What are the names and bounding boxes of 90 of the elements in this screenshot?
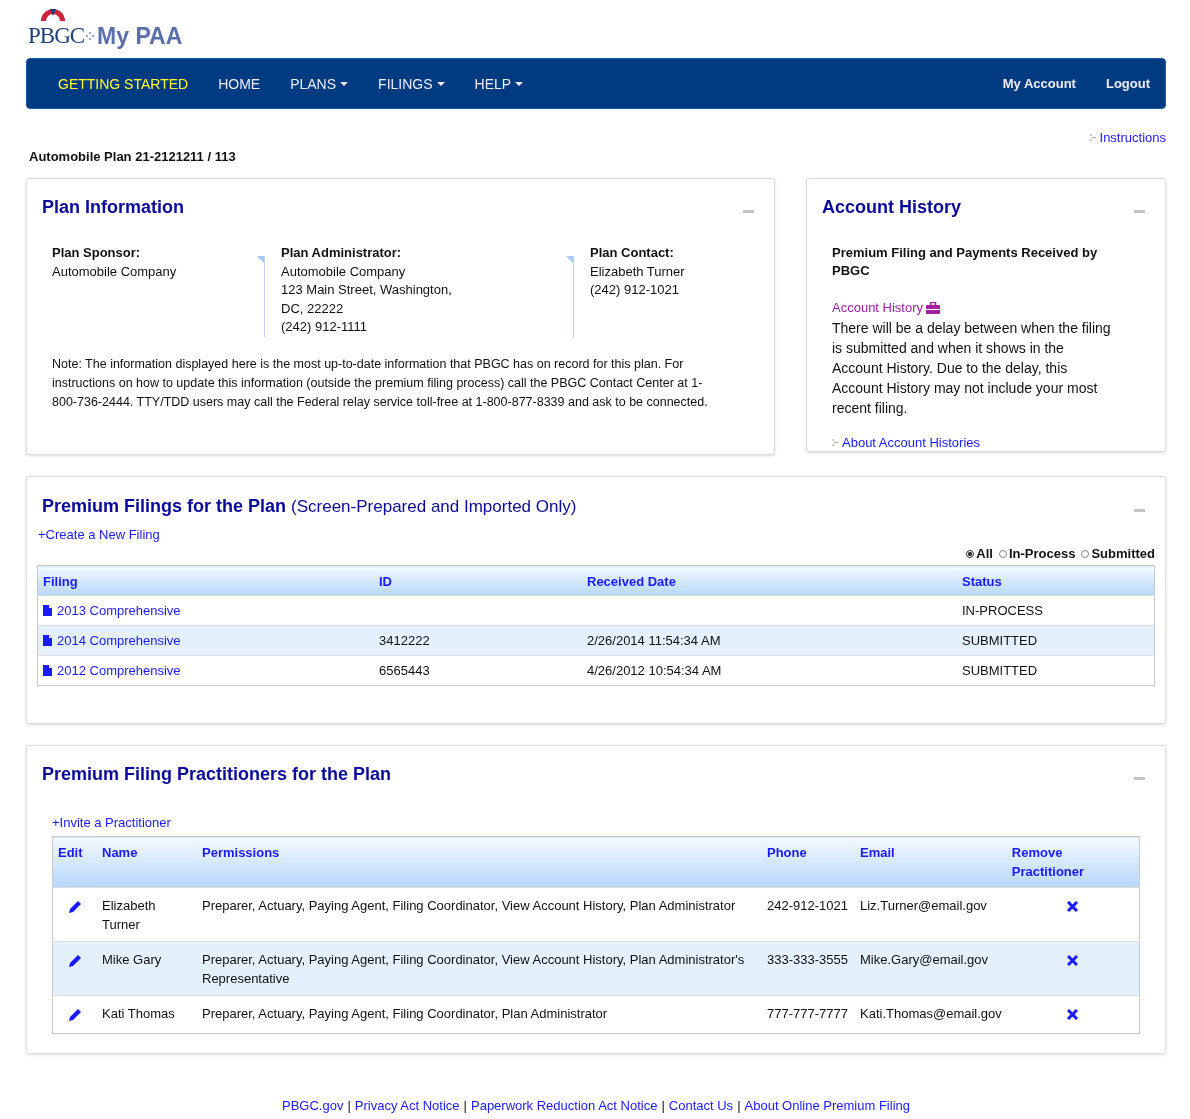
field-value: (242) 912-1111 bbox=[281, 318, 367, 336]
plan-title: Automobile Plan 21-2121211 / 113 bbox=[29, 149, 237, 164]
table-cell: 2/26/2014 11:54:34 AM bbox=[587, 633, 721, 648]
column-header: Email bbox=[855, 836, 1007, 888]
field-label: Plan Sponsor: bbox=[52, 244, 141, 262]
divider-corner-icon bbox=[566, 256, 573, 263]
panel-title: Premium Filing Practitioners for the Plan bbox=[42, 764, 392, 785]
column-header: ID bbox=[374, 565, 582, 596]
column-header: Permissions bbox=[197, 836, 762, 888]
table-cell: Mike Gary bbox=[102, 952, 162, 967]
file-icon bbox=[43, 665, 52, 676]
divider-corner-icon bbox=[257, 256, 264, 263]
table-cell: SUBMITTED bbox=[962, 633, 1038, 648]
table-cell: IN-PROCESS bbox=[962, 603, 1043, 618]
nav-link[interactable]: My Account bbox=[987, 70, 1091, 97]
filter-radio[interactable]: In-Process bbox=[998, 546, 1076, 561]
separator: | bbox=[737, 1098, 741, 1113]
create-filing-link[interactable]: +Create a New Filing bbox=[38, 527, 160, 542]
account-history-link[interactable]: Account History bbox=[832, 300, 924, 315]
nav-link[interactable]: HOME bbox=[203, 69, 276, 98]
field-label: Plan Contact: bbox=[590, 244, 674, 262]
file-icon bbox=[43, 635, 52, 646]
table-cell: 4/26/2012 10:54:34 AM bbox=[587, 663, 722, 678]
app-name: My PAA bbox=[97, 24, 183, 48]
table-cell: 6565443 bbox=[379, 663, 430, 678]
panel-title: Plan Information bbox=[42, 197, 184, 218]
separator: | bbox=[463, 1098, 467, 1113]
table-cell: Kati Thomas bbox=[102, 1006, 175, 1021]
pencil-icon bbox=[68, 1008, 82, 1021]
table-cell: Preparer, Actuary, Paying Agent, Filing Coordinator, View Account History, Plan Administrator bbox=[202, 898, 736, 913]
filter-radio[interactable]: Submitted bbox=[1081, 546, 1155, 561]
nav-link[interactable]: HELP bbox=[459, 69, 539, 98]
nav-link[interactable]: GETTING STARTED bbox=[43, 69, 204, 98]
column-header: Remove Practitioner bbox=[1006, 836, 1140, 888]
nav-link[interactable]: PLANS bbox=[275, 69, 364, 98]
close-icon bbox=[1067, 955, 1079, 966]
table-cell: 3412222 bbox=[379, 633, 430, 648]
briefcase-icon bbox=[926, 301, 941, 314]
footer-link[interactable]: Privacy Act Notice bbox=[354, 1098, 460, 1113]
filing-link[interactable]: 2013 Comprehensive bbox=[43, 601, 181, 620]
separator: | bbox=[347, 1098, 351, 1113]
table-cell: Preparer, Actuary, Paying Agent, Filing Coordinator, View Account History, Plan Administrator's Representative bbox=[202, 952, 745, 986]
file-icon bbox=[43, 605, 52, 616]
field-value: Automobile Company bbox=[52, 262, 177, 281]
column-header: Received Date bbox=[582, 565, 957, 596]
panel-title: Account History bbox=[822, 197, 962, 218]
table-cell: 777-777-7777 bbox=[767, 1006, 848, 1021]
nav-link[interactable]: FILINGS bbox=[363, 69, 460, 98]
instructions-link[interactable]: Instructions bbox=[1099, 130, 1166, 145]
column-header: Name bbox=[97, 836, 197, 888]
table-cell: Liz.Turner@email.gov bbox=[860, 898, 987, 913]
table-cell: Preparer, Actuary, Paying Agent, Filing Coordinator, Plan Administrator bbox=[202, 1006, 608, 1021]
panel-subtitle: (Screen-Prepared and Imported Only) bbox=[291, 497, 577, 517]
invite-practitioner-link[interactable]: +Invite a Practitioner bbox=[52, 815, 171, 830]
panel-title: Premium Filings for the Plan bbox=[42, 496, 287, 517]
column-header: Filing bbox=[37, 565, 374, 596]
pencil-icon bbox=[68, 954, 82, 967]
pencil-icon bbox=[68, 900, 82, 913]
table-cell: 333-333-3555 bbox=[767, 952, 848, 967]
note-text: Note: The information displayed here is the most up-to-date information that PBGC has on record for this plan. For instructions on how to update this information (outside the premium filing process) call the PBGC Contact Center at 1-800-736-2444. TTY/TDD users may call the Federal relay service toll-free at 1-800-877-8339 and ask to be connected. bbox=[52, 355, 709, 411]
logo: PBGC bbox=[28, 10, 85, 48]
filing-link[interactable]: 2012 Comprehensive bbox=[43, 661, 181, 680]
separator: | bbox=[661, 1098, 665, 1113]
footer-link[interactable]: Paperwork Reduction Act Notice bbox=[471, 1098, 658, 1113]
footer-link[interactable]: PBGC.gov bbox=[282, 1098, 344, 1113]
description-text: There will be a delay between when the filing is submitted and when it shows in the Account History. Due to the delay, this Account History may not include your most recent filing. bbox=[832, 319, 1112, 418]
nav-link[interactable]: Logout bbox=[1090, 70, 1165, 97]
table-cell: Mike.Gary@email.gov bbox=[860, 952, 989, 967]
table-cell: Kati.Thomas@email.gov bbox=[860, 1006, 1002, 1021]
field-value: DC, 22222 bbox=[281, 299, 344, 318]
close-icon bbox=[1067, 1009, 1079, 1020]
table-cell: SUBMITTED bbox=[962, 663, 1038, 678]
field-value: (242) 912-1021 bbox=[590, 281, 679, 299]
table-cell: 242-912-1021 bbox=[767, 898, 848, 913]
field-value: 123 Main Street, Washington, bbox=[281, 281, 452, 299]
column-header: Phone bbox=[762, 836, 855, 888]
table-cell: Elizabeth Turner bbox=[102, 898, 156, 932]
close-icon bbox=[1067, 901, 1079, 912]
subtitle: Premium Filing and Payments Received by PBGC bbox=[832, 244, 1099, 280]
column-header: Status bbox=[957, 565, 1155, 596]
field-value: Automobile Company bbox=[281, 262, 406, 281]
about-link[interactable]: About Account Histories bbox=[842, 435, 981, 450]
footer-link[interactable]: About Online Premium Filing bbox=[744, 1098, 910, 1113]
field-value: Elizabeth Turner bbox=[590, 262, 685, 281]
footer-link[interactable]: Contact Us bbox=[668, 1098, 734, 1113]
field-label: Plan Administrator: bbox=[281, 244, 402, 262]
arch-icon bbox=[40, 7, 66, 21]
sparkle-icon bbox=[86, 32, 95, 40]
filter-radio[interactable]: All bbox=[966, 546, 993, 561]
column-header: Edit bbox=[52, 836, 97, 888]
